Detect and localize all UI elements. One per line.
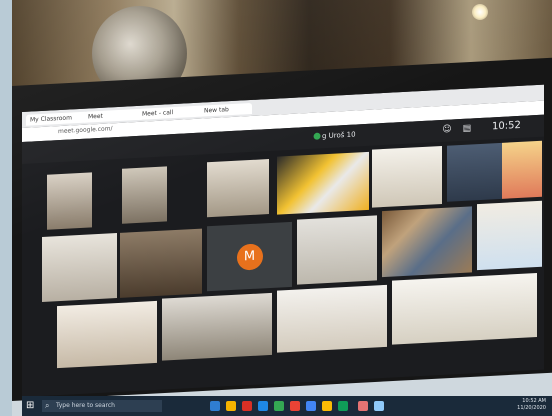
taskbar-app-icon[interactable] <box>374 401 384 411</box>
video-tile[interactable] <box>392 273 537 345</box>
video-tile[interactable] <box>47 172 92 230</box>
search-input[interactable]: Type here to search <box>42 400 162 412</box>
video-tile[interactable] <box>120 228 202 298</box>
search-icon: ⌕ <box>45 401 50 410</box>
video-tile[interactable] <box>277 284 387 353</box>
browser-tab[interactable]: Meet - call <box>138 105 204 120</box>
taskbar-app-icon[interactable] <box>226 401 236 411</box>
video-tile[interactable] <box>502 140 542 199</box>
chat-icon[interactable]: ▤ <box>462 123 472 134</box>
browser-tab[interactable]: My Classroom <box>26 111 88 126</box>
taskbar-app-icon[interactable] <box>322 401 332 411</box>
taskbar-app-icon[interactable] <box>306 401 316 411</box>
taskbar-app-icon[interactable] <box>290 401 300 411</box>
video-tile[interactable] <box>277 151 369 215</box>
video-tile[interactable] <box>207 159 269 218</box>
people-icon[interactable]: ☺ <box>442 124 452 135</box>
browser-tab[interactable]: Meet <box>84 108 142 123</box>
participant-icon: ● <box>313 131 321 142</box>
video-tile[interactable] <box>122 166 167 224</box>
taskbar-app-icon[interactable] <box>358 401 368 411</box>
video-grid: M <box>32 140 542 377</box>
ceiling-light <box>472 4 488 20</box>
taskbar-app-icon[interactable] <box>338 401 348 411</box>
video-tile[interactable] <box>477 200 542 271</box>
taskbar-app-icon[interactable] <box>242 401 252 411</box>
video-tile[interactable]: M <box>207 221 292 292</box>
video-tile[interactable] <box>162 292 272 361</box>
windows-start-icon[interactable]: ⊞ <box>26 400 38 412</box>
clock-time: 10:52 AM <box>522 398 546 404</box>
taskbar-app-icon[interactable] <box>210 401 220 411</box>
video-tile[interactable] <box>297 215 377 285</box>
laptop-screen: My Classroom Meet Meet - call New tab me… <box>22 84 544 398</box>
video-tile[interactable] <box>42 233 117 302</box>
window-frame <box>0 0 12 416</box>
meeting-time: 10:52 <box>492 119 521 133</box>
video-tile[interactable] <box>57 300 157 369</box>
clock-date: 11/20/2020 <box>517 405 546 411</box>
browser-tab[interactable]: New tab <box>200 102 252 117</box>
participant-avatar: M <box>236 242 263 271</box>
video-tile[interactable] <box>372 145 442 208</box>
taskbar-app-icon[interactable] <box>274 401 284 411</box>
taskbar-clock[interactable]: 10:52 AM 11/20/2020 <box>517 398 546 412</box>
windows-taskbar: ⊞ Type here to search ⌕ 10:52 AM 11/20/2… <box>22 396 552 416</box>
taskbar-app-icon[interactable] <box>258 401 268 411</box>
video-tile[interactable] <box>447 142 502 202</box>
video-tile[interactable] <box>382 206 472 278</box>
